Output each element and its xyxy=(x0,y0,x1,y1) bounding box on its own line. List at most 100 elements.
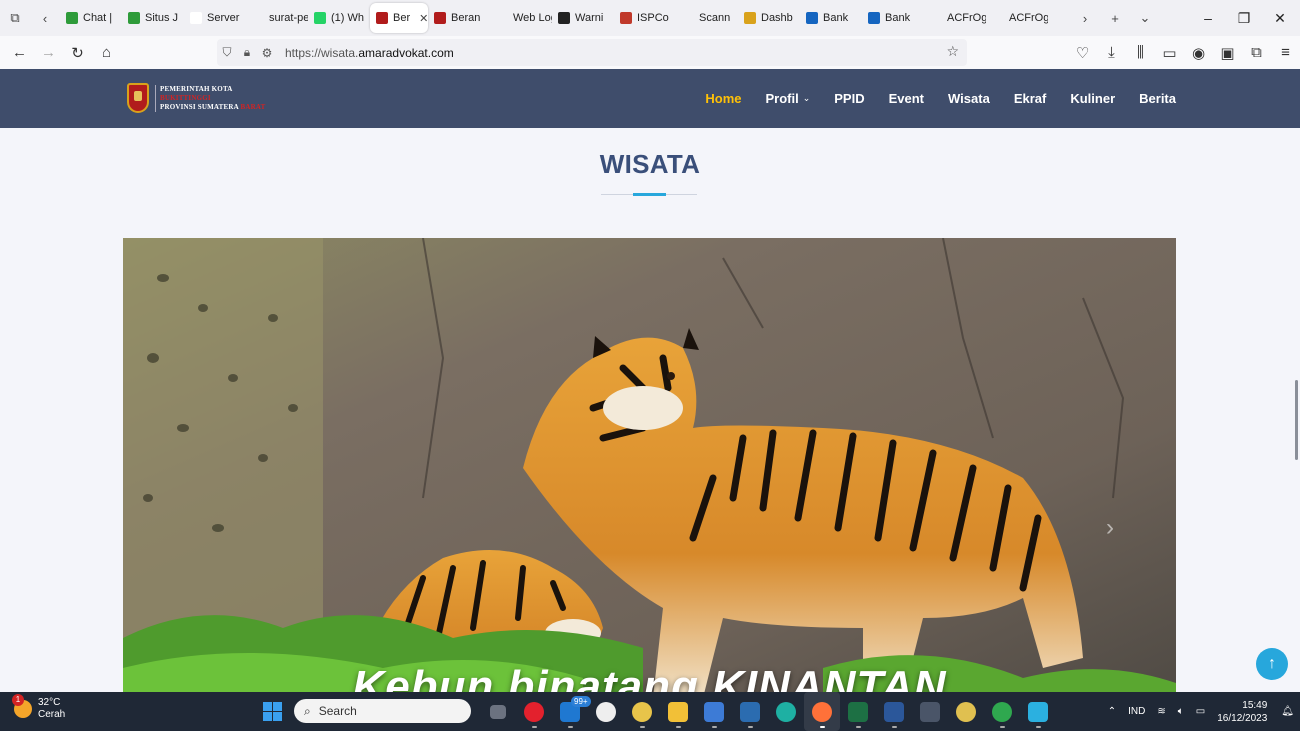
browser-tab[interactable]: Chat | xyxy=(60,3,122,33)
extension-icon[interactable]: ▣ xyxy=(1213,36,1242,69)
task-view-icon[interactable] xyxy=(480,692,516,731)
hero-slider[interactable]: Kebun binatang KINANTAN › xyxy=(123,238,1176,692)
show-hidden-icons-icon[interactable]: ⌃ xyxy=(1108,706,1116,717)
weather-badge: 1 xyxy=(12,694,24,706)
browser-tab[interactable]: Warni xyxy=(552,3,614,33)
hamburger-menu-icon[interactable]: ≡ xyxy=(1271,36,1300,69)
city-crest-icon xyxy=(127,83,149,113)
permissions-icon[interactable]: ⚙ xyxy=(257,46,277,60)
url-domain: amaradvokat.com xyxy=(358,45,454,60)
tabs-scroll-left-icon[interactable]: ‹ xyxy=(30,0,60,36)
firefox-icon[interactable] xyxy=(804,692,840,731)
browser-tab[interactable]: ACFrOgDV xyxy=(986,3,1048,33)
sync-app-icon[interactable] xyxy=(912,692,948,731)
menu-item-event[interactable]: Event xyxy=(889,91,924,106)
restore-window-button[interactable]: ❐ xyxy=(1226,0,1262,36)
extensions-puzzle-icon[interactable]: ⧉ xyxy=(1242,36,1271,69)
url-prefix: https://wisata. xyxy=(285,45,359,60)
excel-icon[interactable] xyxy=(840,692,876,731)
new-tab-icon[interactable]: + xyxy=(1100,0,1130,36)
tab-label: Scann xyxy=(699,12,731,24)
back-arrow-icon[interactable]: ← xyxy=(5,36,34,69)
language-indicator[interactable]: IND xyxy=(1128,706,1145,717)
remote-desktop-icon[interactable] xyxy=(732,692,768,731)
chrome-icon[interactable] xyxy=(984,692,1020,731)
menu-item-ekraf[interactable]: Ekraf xyxy=(1014,91,1047,106)
account-icon[interactable]: ◉ xyxy=(1184,36,1213,69)
browser-tab[interactable]: Bank xyxy=(862,3,924,33)
menu-item-label: Profil xyxy=(765,91,799,106)
browser-tab[interactable]: Beran xyxy=(428,3,490,33)
taskbar-search[interactable]: ⌕ Search xyxy=(294,699,471,723)
volume-icon[interactable]: 🔈︎ xyxy=(1178,706,1184,717)
reload-icon[interactable]: ↻ xyxy=(63,36,92,69)
tab-label: Bank xyxy=(823,12,849,24)
menu-item-wisata[interactable]: Wisata xyxy=(948,91,990,106)
home-icon[interactable]: ⌂ xyxy=(92,36,121,69)
weather-widget[interactable]: 1 32°C Cerah xyxy=(12,694,66,721)
tab-favicon-icon xyxy=(190,12,202,24)
page-scrollbar[interactable] xyxy=(1295,380,1298,460)
sidebar-icon[interactable]: ▭ xyxy=(1155,36,1184,69)
library-icon[interactable]: ⫼ xyxy=(1126,36,1155,69)
menu-item-berita[interactable]: Berita xyxy=(1139,91,1176,106)
menu-item-home[interactable]: Home xyxy=(705,91,741,106)
pet-app-icon[interactable] xyxy=(624,692,660,731)
scroll-to-top-button[interactable]: ↑ xyxy=(1256,648,1288,680)
browser-tab[interactable]: Web Logo xyxy=(490,3,552,33)
url-text[interactable]: https://wisata.amaradvokat.com xyxy=(285,46,454,60)
slider-next-icon[interactable]: › xyxy=(1106,514,1114,542)
browser-tab[interactable]: (1) Wh xyxy=(308,3,370,33)
soccer-app-icon[interactable] xyxy=(588,692,624,731)
battery-icon[interactable]: ▭ xyxy=(1196,706,1205,717)
tab-overview-icon[interactable]: ⧉ xyxy=(0,0,30,36)
menu-item-profil[interactable]: Profil ⌄ xyxy=(765,91,810,106)
browser-tab[interactable]: surat-pem xyxy=(246,3,308,33)
tab-favicon-icon xyxy=(66,12,78,24)
mail-icon[interactable]: 99+ xyxy=(552,692,591,731)
tab-favicon-icon xyxy=(314,12,326,24)
wifi-icon[interactable]: ≋ xyxy=(1157,706,1165,717)
browser-tab[interactable]: ISPCo xyxy=(614,3,676,33)
logo-text: PEMERINTAH KOTA BUKITTINGGI PROVINSI SUM… xyxy=(155,84,265,112)
url-bar[interactable]: ⛉ 🔒︎ ⚙ https://wisata.amaradvokat.com ☆ xyxy=(217,39,967,66)
lock-icon[interactable]: 🔒︎ xyxy=(237,45,257,60)
pocket-icon[interactable]: ♡ xyxy=(1068,36,1097,69)
tab-label: Dashb xyxy=(761,12,793,24)
menu-item-ppid[interactable]: PPID xyxy=(834,91,864,106)
browser-tab[interactable]: Scann xyxy=(676,3,738,33)
browser-tab[interactable]: Ber ✕ xyxy=(370,3,428,33)
list-all-tabs-icon[interactable]: ⌄ xyxy=(1130,0,1160,36)
weather-desc: Cerah xyxy=(38,709,66,720)
shield-icon[interactable]: ⛉ xyxy=(217,45,237,60)
menu-item-kuliner[interactable]: Kuliner xyxy=(1070,91,1115,106)
notifications-bell-icon[interactable]: 🔔︎ xyxy=(1281,706,1294,717)
logo-line3: PROVINSI SUMATERA BARAT xyxy=(160,103,265,112)
tabs-scroll-right-icon[interactable]: › xyxy=(1070,0,1100,36)
edge-icon[interactable] xyxy=(768,692,804,731)
forward-arrow-icon[interactable]: → xyxy=(34,36,63,69)
minimize-window-button[interactable]: – xyxy=(1190,0,1226,36)
file-explorer-icon[interactable] xyxy=(660,692,696,731)
browser-tab[interactable]: Bank xyxy=(800,3,862,33)
media-player-icon[interactable] xyxy=(948,692,984,731)
close-window-button[interactable]: ✕ xyxy=(1262,0,1298,36)
tab-label: ACFrOgDV xyxy=(1009,12,1048,24)
start-button[interactable] xyxy=(263,702,282,721)
word-icon[interactable] xyxy=(876,692,912,731)
browser-tab[interactable]: Dashb xyxy=(738,3,800,33)
opera-icon[interactable] xyxy=(516,692,552,731)
browser-tab[interactable]: Server xyxy=(184,3,246,33)
chevron-down-icon: ⌄ xyxy=(802,93,811,103)
bookmark-star-icon[interactable]: ☆ xyxy=(946,43,959,60)
notepad-icon[interactable] xyxy=(1020,692,1056,731)
downloads-icon[interactable]: ⤓ xyxy=(1097,36,1126,69)
tab-label: Ber xyxy=(393,12,411,24)
store-icon[interactable] xyxy=(696,692,732,731)
browser-tab[interactable]: Situs J xyxy=(122,3,184,33)
clock[interactable]: 15:49 16/12/2023 xyxy=(1217,699,1267,725)
tab-close-icon[interactable]: ✕ xyxy=(419,12,428,25)
browser-tab[interactable]: ACFrOgBF xyxy=(924,3,986,33)
site-logo[interactable]: PEMERINTAH KOTA BUKITTINGGI PROVINSI SUM… xyxy=(127,83,265,113)
title-accent-bar xyxy=(633,193,666,196)
